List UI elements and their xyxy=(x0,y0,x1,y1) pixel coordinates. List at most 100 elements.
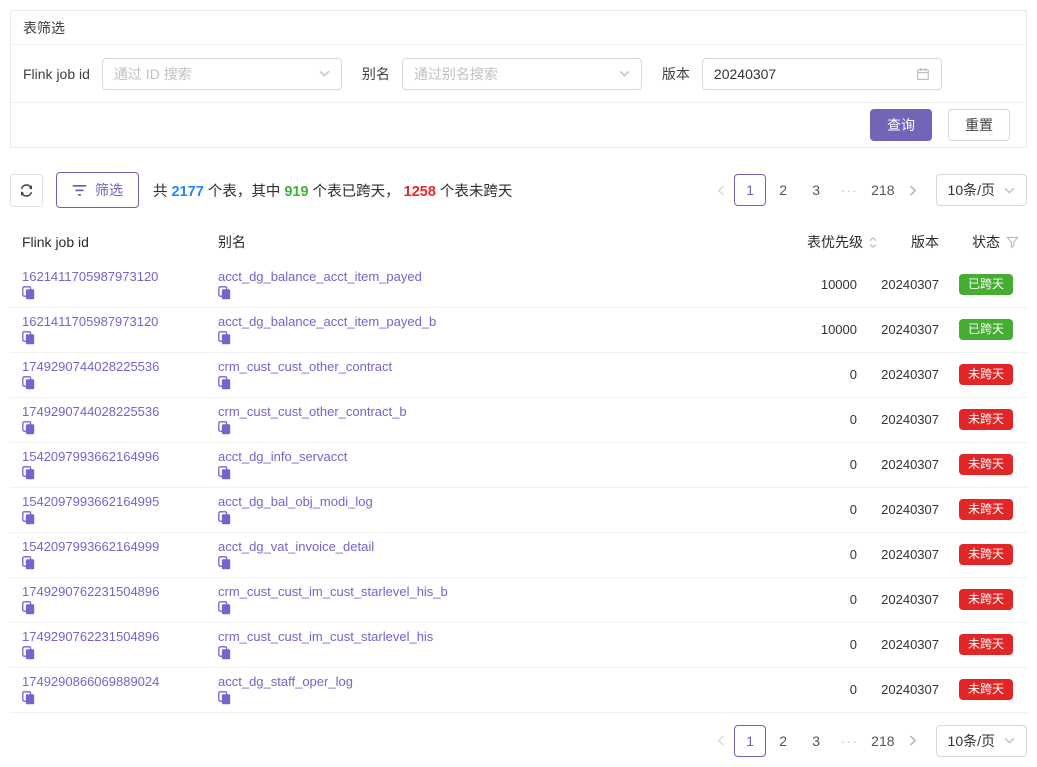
status-badge: 未跨天 xyxy=(959,364,1013,385)
priority-value: 0 xyxy=(745,442,877,487)
alias-link[interactable]: acct_dg_staff_oper_log xyxy=(218,674,353,689)
copy-icon[interactable] xyxy=(218,286,745,300)
flink-job-id-field-group: Flink job id 通过 ID 搜索 xyxy=(23,58,342,90)
job-id-link[interactable]: 1749290744028225536 xyxy=(22,359,159,374)
job-id-link[interactable]: 1749290866069889024 xyxy=(22,674,159,689)
filter-button[interactable]: 筛选 xyxy=(56,172,139,208)
sorter-icon[interactable] xyxy=(869,237,877,248)
pagination-page[interactable]: 2 xyxy=(767,174,799,206)
copy-icon[interactable] xyxy=(22,331,218,345)
priority-value: 0 xyxy=(745,532,877,577)
column-header-version: 版本 xyxy=(877,222,939,262)
copy-icon[interactable] xyxy=(218,691,745,705)
copy-icon[interactable] xyxy=(218,601,745,615)
job-id-link[interactable]: 1621411705987973120 xyxy=(22,314,158,329)
job-id-link[interactable]: 1542097993662164999 xyxy=(22,539,159,554)
copy-icon[interactable] xyxy=(22,556,218,570)
alias-link[interactable]: acct_dg_bal_obj_modi_log xyxy=(218,494,373,509)
page-size-select[interactable]: 10条/页 xyxy=(936,725,1027,757)
summary-crossed-count: 919 xyxy=(284,184,308,200)
alias-link[interactable]: acct_dg_info_servacct xyxy=(218,449,347,464)
pagination-next[interactable] xyxy=(900,725,926,757)
copy-icon[interactable] xyxy=(22,646,218,660)
version-value: 20240307 xyxy=(877,487,939,532)
version-value: 20240307 xyxy=(877,262,939,307)
copy-icon[interactable] xyxy=(22,466,218,480)
table-row: 1749290866069889024 acct_dg_staff_oper_l… xyxy=(10,667,1027,712)
pagination-page[interactable]: 1 xyxy=(734,174,766,206)
job-id-link[interactable]: 1749290744028225536 xyxy=(22,404,159,419)
alias-link[interactable]: crm_cust_cust_other_contract_b xyxy=(218,404,407,419)
pagination-page[interactable]: 218 xyxy=(866,174,899,206)
copy-icon[interactable] xyxy=(218,331,745,345)
chevron-down-icon xyxy=(319,70,330,77)
pagination-page[interactable]: 218 xyxy=(866,725,899,757)
alias-link[interactable]: crm_cust_cust_im_cust_starlevel_his xyxy=(218,629,433,644)
pagination-page[interactable]: 2 xyxy=(767,725,799,757)
version-value: 20240307 xyxy=(877,442,939,487)
summary-mid1: 个表，其中 xyxy=(204,184,285,200)
copy-icon[interactable] xyxy=(22,601,218,615)
reset-button[interactable]: 重置 xyxy=(948,109,1010,141)
job-id-link[interactable]: 1542097993662164996 xyxy=(22,449,159,464)
status-badge: 未跨天 xyxy=(959,634,1013,655)
priority-value: 0 xyxy=(745,577,877,622)
copy-icon[interactable] xyxy=(22,376,218,390)
job-id-link[interactable]: 1749290762231504896 xyxy=(22,629,159,644)
table-row: 1621411705987973120 acct_dg_balance_acct… xyxy=(10,262,1027,307)
flink-job-id-select[interactable]: 通过 ID 搜索 xyxy=(102,58,342,90)
copy-icon[interactable] xyxy=(218,511,745,525)
summary-mid2: 个表已跨天， xyxy=(309,184,404,200)
job-id-link[interactable]: 1749290762231504896 xyxy=(22,584,159,599)
pagination-bottom-row: 123···218 10条/页 xyxy=(10,725,1027,757)
copy-icon[interactable] xyxy=(22,286,218,300)
page-size-value: 10条/页 xyxy=(948,731,995,751)
summary-prefix: 共 xyxy=(153,184,172,200)
status-badge: 已跨天 xyxy=(959,274,1013,295)
filter-button-label: 筛选 xyxy=(95,180,123,200)
column-header-flink-job-id: Flink job id xyxy=(10,222,218,262)
priority-header-label: 表优先级 xyxy=(807,232,863,252)
pagination-top: 123···218 10条/页 xyxy=(708,174,1027,206)
alias-link[interactable]: crm_cust_cust_im_cust_starlevel_his_b xyxy=(218,584,448,599)
status-badge: 已跨天 xyxy=(959,319,1013,340)
alias-link[interactable]: acct_dg_balance_acct_item_payed_b xyxy=(218,314,436,329)
alias-link[interactable]: acct_dg_vat_invoice_detail xyxy=(218,539,374,554)
pagination-page[interactable]: 3 xyxy=(800,725,832,757)
copy-icon[interactable] xyxy=(22,421,218,435)
filter-fields-row: Flink job id 通过 ID 搜索 别名 通过别名搜索 xyxy=(11,45,1026,103)
copy-icon[interactable] xyxy=(218,646,745,660)
pagination-next[interactable] xyxy=(900,174,926,206)
job-id-link[interactable]: 1542097993662164995 xyxy=(22,494,159,509)
pagination-bottom: 123···218 10条/页 xyxy=(708,725,1027,757)
alias-select[interactable]: 通过别名搜索 xyxy=(402,58,642,90)
filter-funnel-icon[interactable] xyxy=(1006,236,1019,249)
priority-value: 0 xyxy=(745,622,877,667)
table-row: 1621411705987973120 acct_dg_balance_acct… xyxy=(10,307,1027,352)
flink-job-id-label: Flink job id xyxy=(23,66,90,82)
page-size-value: 10条/页 xyxy=(948,180,995,200)
job-id-link[interactable]: 1621411705987973120 xyxy=(22,269,158,284)
table-header-row: Flink job id 别名 表优先级 版本 xyxy=(10,222,1027,262)
pagination-prev[interactable] xyxy=(708,174,734,206)
pagination-page[interactable]: 3 xyxy=(800,174,832,206)
copy-icon[interactable] xyxy=(218,421,745,435)
copy-icon[interactable] xyxy=(218,466,745,480)
version-date-input[interactable]: 20240307 xyxy=(702,58,942,90)
page-size-select[interactable]: 10条/页 xyxy=(936,174,1027,206)
column-header-priority[interactable]: 表优先级 xyxy=(745,232,877,252)
copy-icon[interactable] xyxy=(218,556,745,570)
sync-icon xyxy=(19,183,34,198)
pagination-page[interactable]: 1 xyxy=(734,725,766,757)
search-button[interactable]: 查询 xyxy=(870,109,932,141)
refresh-button[interactable] xyxy=(10,174,43,207)
copy-icon[interactable] xyxy=(218,376,745,390)
copy-icon[interactable] xyxy=(22,691,218,705)
pagination-prev[interactable] xyxy=(708,725,734,757)
copy-icon[interactable] xyxy=(22,511,218,525)
alias-link[interactable]: crm_cust_cust_other_contract xyxy=(218,359,392,374)
tables-table: Flink job id 别名 表优先级 版本 xyxy=(10,222,1027,713)
flink-job-id-placeholder: 通过 ID 搜索 xyxy=(114,64,192,84)
column-header-alias: 别名 xyxy=(218,222,745,262)
alias-link[interactable]: acct_dg_balance_acct_item_payed xyxy=(218,269,422,284)
